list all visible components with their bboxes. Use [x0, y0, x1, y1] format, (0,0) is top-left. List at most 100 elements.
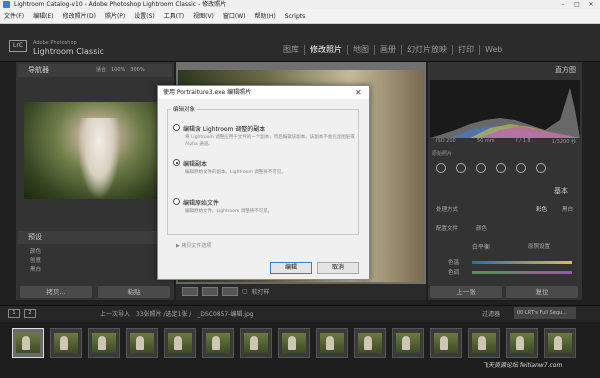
- module-slideshow[interactable]: 幻灯片放映: [402, 45, 453, 55]
- tint-label: 色调: [448, 270, 460, 276]
- option-edit-original-radio[interactable]: [173, 198, 180, 205]
- copy-file-options-label: 拷贝文件选项: [181, 243, 212, 249]
- thumbnail[interactable]: [202, 328, 234, 358]
- thumbnail[interactable]: [430, 328, 462, 358]
- option-edit-with-adjustments-label[interactable]: 编辑含 Lightroom 调整的副本: [183, 124, 265, 133]
- histogram-chart: [430, 80, 580, 138]
- dialog-close-icon[interactable]: ✕: [355, 86, 362, 99]
- thumbnail[interactable]: [468, 328, 500, 358]
- tint-slider[interactable]: [472, 271, 572, 274]
- thumbnail[interactable]: [392, 328, 424, 358]
- navigator-header[interactable]: 导航器: [18, 64, 172, 77]
- option-edit-copy-label[interactable]: 编辑副本: [183, 159, 207, 168]
- menu-develop[interactable]: 修改照片(D): [63, 9, 96, 23]
- basic-header[interactable]: 基本: [428, 185, 582, 197]
- module-library[interactable]: 图库: [278, 45, 305, 55]
- toolbar-controls: ▢ 软打样: [182, 287, 270, 296]
- temp-label: 色温: [448, 260, 460, 266]
- reset-button[interactable]: 复位: [506, 286, 578, 298]
- paste-button[interactable]: 粘贴: [98, 286, 170, 298]
- thumbnail[interactable]: [544, 328, 576, 358]
- thumbnail[interactable]: [278, 328, 310, 358]
- module-map[interactable]: 地图: [348, 45, 375, 55]
- treatment-color[interactable]: 彩色: [536, 205, 547, 213]
- thumbnail[interactable]: [506, 328, 538, 358]
- menu-file[interactable]: 文件(F): [4, 9, 24, 23]
- menu-help[interactable]: 帮助(H): [255, 9, 276, 23]
- option-edit-with-adjustments-desc: 将 Lightroom 调整应用于文件的一个副本，然后编辑该副本。该副本不会包含…: [185, 135, 355, 147]
- photo-count: 33张照片 /选定1张 /: [136, 311, 192, 318]
- thumbnail[interactable]: [50, 328, 82, 358]
- menu-window[interactable]: 窗口(W): [223, 9, 246, 23]
- navigator-subject: [78, 118, 120, 198]
- menu-photo[interactable]: 照片(P): [105, 9, 125, 23]
- page-2-button[interactable]: 2: [24, 309, 36, 318]
- thumbnail[interactable]: [164, 328, 196, 358]
- close-window-icon[interactable]: ✕: [584, 0, 598, 9]
- crop-icon[interactable]: [436, 163, 446, 173]
- iso-value: ISO 200: [436, 138, 456, 144]
- temp-slider[interactable]: [472, 261, 572, 264]
- maximize-icon[interactable]: □: [570, 0, 584, 9]
- spot-removal-icon[interactable]: [456, 163, 466, 173]
- treatment-bw[interactable]: 黑白: [562, 205, 573, 213]
- zoom-options: 适合 100% 300%: [96, 64, 145, 77]
- presets-title: 预设: [28, 233, 42, 241]
- copy-file-options-toggle[interactable]: ▶ 拷贝文件选项: [176, 242, 211, 249]
- presets-header[interactable]: 预设: [18, 231, 172, 244]
- red-eye-icon[interactable]: [476, 163, 486, 173]
- preset-item[interactable]: 颜色: [30, 248, 41, 257]
- minimize-icon[interactable]: –: [556, 0, 570, 9]
- zoom-300[interactable]: 300%: [130, 64, 144, 77]
- previous-button[interactable]: 上一张: [430, 286, 502, 298]
- option-edit-copy-radio[interactable]: [173, 159, 180, 166]
- option-edit-original-label[interactable]: 编辑原始文件: [183, 198, 219, 207]
- focal-length: 50 mm: [476, 138, 495, 144]
- soft-proof-checkbox[interactable]: ▢: [242, 288, 248, 295]
- preset-item[interactable]: 黑白: [30, 266, 41, 275]
- option-edit-with-adjustments-radio[interactable]: [173, 124, 180, 131]
- menubar: 文件(F) 编辑(E) 修改照片(D) 照片(P) 设置(S) 工具(T) 视图…: [0, 9, 600, 24]
- thumbnail[interactable]: [354, 328, 386, 358]
- histogram-header[interactable]: 直方图: [428, 64, 582, 76]
- thumbnail[interactable]: [240, 328, 272, 358]
- loupe-view-icon[interactable]: [182, 287, 198, 296]
- thumbnail[interactable]: [126, 328, 158, 358]
- cancel-button[interactable]: 取消: [317, 262, 359, 274]
- compare-view-icon[interactable]: [222, 287, 238, 296]
- filter-dropdown[interactable]: 00 LRT's Full Sequ...: [514, 307, 576, 319]
- menu-tools[interactable]: 工具(T): [164, 9, 184, 23]
- dialog-title: 使用 Portraiture3.exe 编辑照片: [158, 86, 369, 99]
- module-web[interactable]: Web: [480, 45, 507, 55]
- thumbnail[interactable]: [316, 328, 348, 358]
- page-1-button[interactable]: 1: [8, 309, 20, 318]
- filename: _DSC0857-编辑.jpg: [197, 311, 254, 318]
- wb-value[interactable]: 原照设置: [528, 242, 550, 250]
- app-icon: [3, 1, 10, 8]
- option-edit-original-desc: 编辑原始文件。Lightroom 调整将不可见。: [185, 209, 273, 214]
- zoom-fit[interactable]: 适合: [96, 64, 106, 77]
- exif-info: ISO 200 50 mm f / 1.8 1/3200 秒: [436, 138, 576, 145]
- thumbnail[interactable]: [88, 328, 120, 358]
- filter-label: 过滤器: [482, 311, 501, 318]
- before-after-icon[interactable]: [202, 287, 218, 296]
- zoom-100[interactable]: 100%: [111, 64, 125, 77]
- menu-scripts[interactable]: Scripts: [285, 9, 306, 23]
- module-develop[interactable]: 修改照片: [305, 45, 348, 55]
- module-print[interactable]: 打印: [453, 45, 480, 55]
- edit-button[interactable]: 编辑: [270, 262, 312, 274]
- brush-icon[interactable]: [536, 163, 546, 173]
- copy-button[interactable]: 拷贝...: [20, 286, 92, 298]
- module-book[interactable]: 画册: [375, 45, 402, 55]
- preset-item[interactable]: 创意: [30, 257, 41, 266]
- filmstrip-bar: [0, 305, 600, 322]
- radial-filter-icon[interactable]: [516, 163, 526, 173]
- menu-settings[interactable]: 设置(S): [134, 9, 155, 23]
- thumbnail[interactable]: [12, 328, 44, 358]
- source-label[interactable]: 上一次导入: [100, 309, 130, 318]
- menu-edit[interactable]: 编辑(E): [33, 9, 53, 23]
- app-name-line2: Lightroom Classic: [33, 47, 104, 56]
- profile-value[interactable]: 颜色: [476, 224, 487, 232]
- menu-view[interactable]: 视图(V): [193, 9, 214, 23]
- graduated-filter-icon[interactable]: [496, 163, 506, 173]
